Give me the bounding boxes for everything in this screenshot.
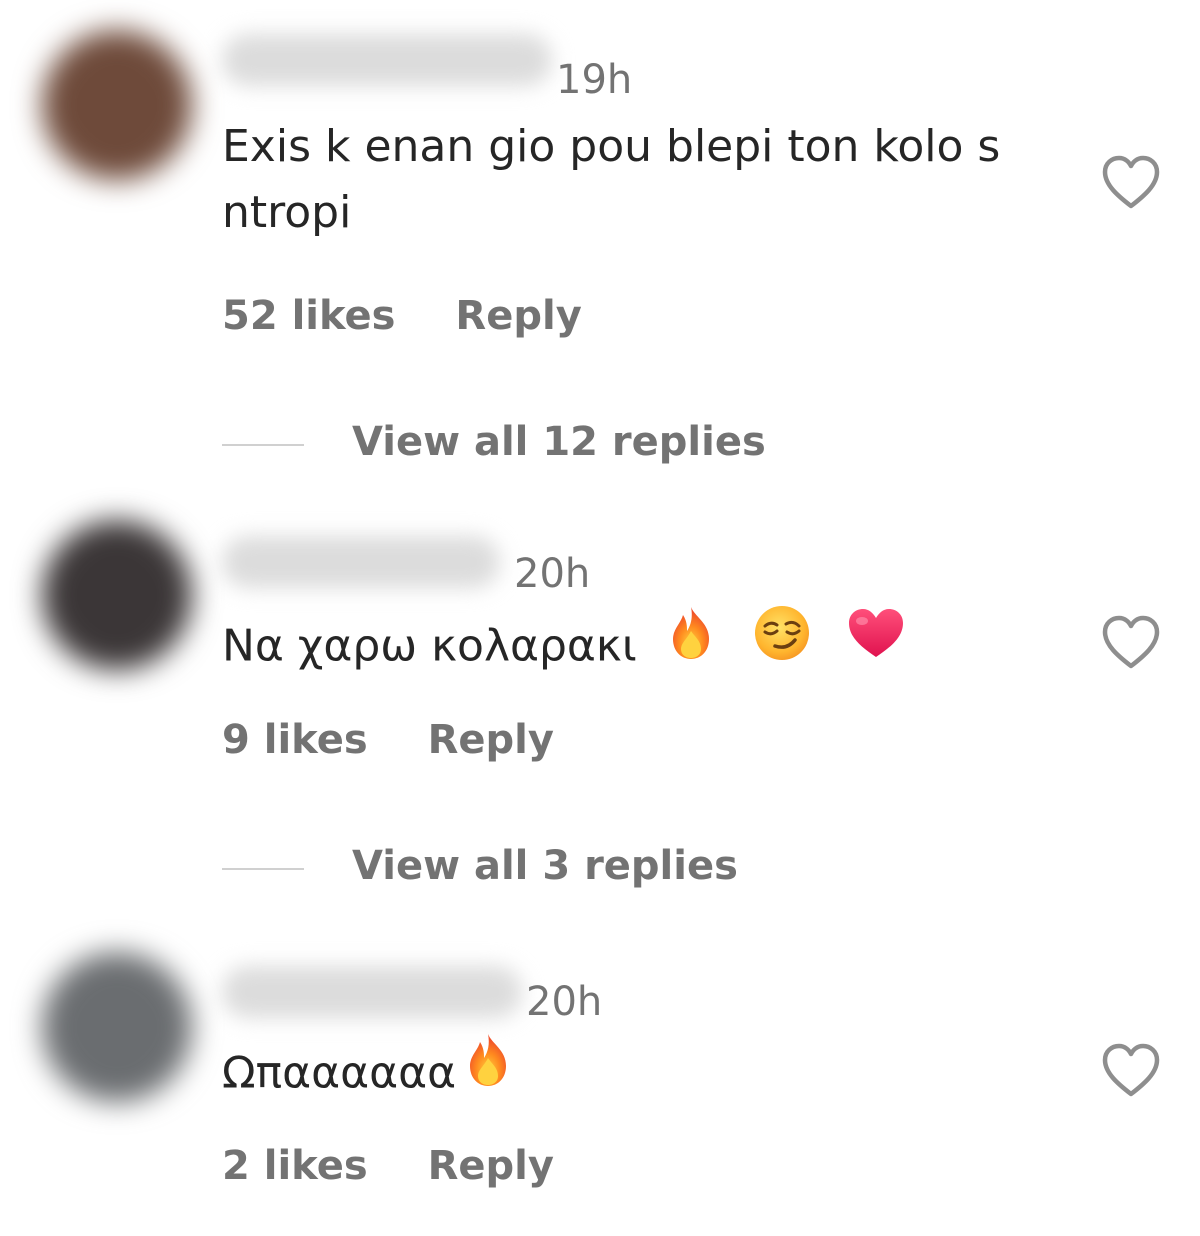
likes-count[interactable]: 52 likes: [222, 292, 395, 340]
comment-timestamp: 20h: [514, 551, 591, 597]
view-replies-label: View all 12 replies: [352, 419, 766, 465]
red-heart-icon: [847, 607, 905, 678]
comment-text-content: Ωπαααααα: [222, 1047, 457, 1099]
username-blurred[interactable]: [222, 536, 500, 588]
fire-icon: [462, 1032, 514, 1107]
heart-outline-icon[interactable]: [1100, 1042, 1162, 1100]
comment-text: Να χαρω κολαρακι: [222, 606, 1082, 687]
comment-actions: 52 likes Reply: [222, 292, 582, 340]
avatar[interactable]: [42, 30, 192, 180]
fire-icon: [665, 605, 717, 680]
heart-outline-icon[interactable]: [1100, 154, 1162, 212]
replies-divider: [222, 444, 304, 446]
heart-outline-icon[interactable]: [1100, 614, 1162, 672]
comment-text-content: Να χαρω κολαρακι: [222, 620, 637, 672]
reply-button[interactable]: Reply: [455, 292, 581, 340]
avatar[interactable]: [42, 520, 192, 670]
comment-timestamp: 19h: [556, 57, 633, 103]
comment-text-content: Exis k enan gio pou blepi ton kolo s ntr…: [222, 121, 1001, 238]
reply-button[interactable]: Reply: [428, 1142, 554, 1190]
likes-count[interactable]: 2 likes: [222, 1142, 368, 1190]
view-replies-label: View all 3 replies: [352, 843, 738, 889]
username-blurred[interactable]: [222, 34, 552, 86]
comment-actions: 2 likes Reply: [222, 1142, 554, 1190]
comment-text: Exis k enan gio pou blepi ton kolo s ntr…: [222, 114, 1082, 246]
replies-divider: [222, 868, 304, 870]
username-blurred[interactable]: [222, 966, 522, 1018]
comment-text: Ωπαααααα: [222, 1034, 1082, 1113]
smirking-face-icon: [753, 604, 811, 681]
comment-timestamp: 20h: [526, 979, 603, 1025]
avatar[interactable]: [42, 952, 192, 1102]
reply-button[interactable]: Reply: [428, 716, 554, 764]
comment-actions: 9 likes Reply: [222, 716, 554, 764]
likes-count[interactable]: 9 likes: [222, 716, 368, 764]
